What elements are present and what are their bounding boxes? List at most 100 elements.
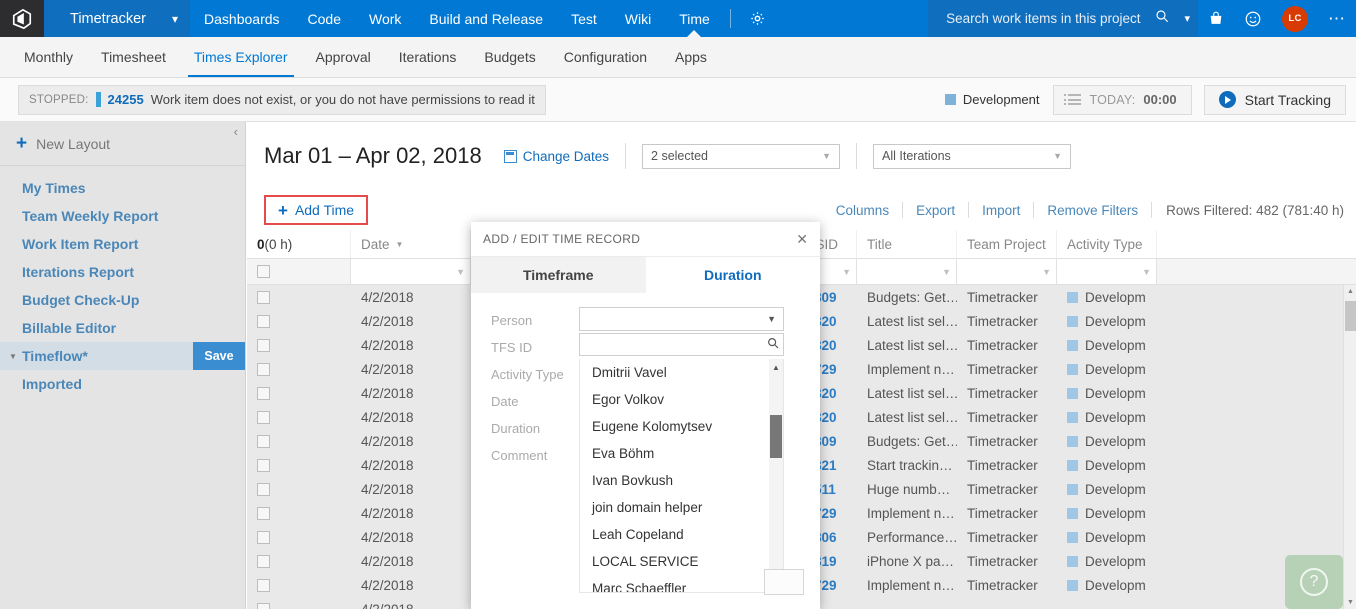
- sidebar-item-iterations-report[interactable]: Iterations Report: [0, 258, 245, 286]
- row-checkbox[interactable]: [257, 338, 270, 352]
- person-option[interactable]: Egor Volkov: [580, 386, 783, 413]
- shopping-bag-icon[interactable]: [1198, 0, 1234, 37]
- chevron-down-icon[interactable]: ▾: [1184, 12, 1190, 25]
- import-button[interactable]: Import: [969, 203, 1033, 218]
- subnav-item-monthly[interactable]: Monthly: [10, 37, 87, 77]
- help-button[interactable]: ?: [1285, 555, 1343, 609]
- subnav-item-apps[interactable]: Apps: [661, 37, 721, 77]
- person-combobox[interactable]: ▼: [579, 307, 784, 331]
- nav-item-build-and-release[interactable]: Build and Release: [415, 0, 557, 37]
- row-checkbox[interactable]: [257, 578, 270, 592]
- nav-item-test[interactable]: Test: [557, 0, 611, 37]
- sidebar-item-imported[interactable]: Imported: [0, 370, 245, 398]
- subnav-item-approval[interactable]: Approval: [302, 37, 385, 77]
- tab-timeframe[interactable]: Timeframe: [471, 257, 646, 293]
- row-checkbox[interactable]: [257, 506, 270, 520]
- change-dates-button[interactable]: Change Dates: [503, 149, 609, 164]
- chevron-down-icon[interactable]: ▼: [767, 314, 776, 324]
- subnav-item-configuration[interactable]: Configuration: [550, 37, 661, 77]
- person-option[interactable]: join domain helper: [580, 494, 783, 521]
- start-tracking-button[interactable]: Start Tracking: [1203, 84, 1346, 115]
- column-header-team-project[interactable]: Team Project: [957, 230, 1057, 258]
- column-header-title[interactable]: Title: [857, 230, 957, 258]
- global-search[interactable]: Search work items in this project ▾: [928, 0, 1198, 37]
- row-checkbox[interactable]: [257, 434, 270, 448]
- row-checkbox[interactable]: [257, 314, 270, 328]
- stopped-work-item-id[interactable]: 24255: [108, 92, 144, 107]
- scrollbar-thumb[interactable]: [770, 415, 782, 458]
- azure-devops-logo-icon[interactable]: [0, 0, 44, 37]
- remove-filters-button[interactable]: Remove Filters: [1034, 203, 1151, 218]
- dialog-action-button[interactable]: [764, 569, 804, 595]
- table-vertical-scrollbar[interactable]: ▲ ▼: [1343, 285, 1356, 609]
- person-option[interactable]: Dmitrii Vavel: [580, 359, 783, 386]
- caret-down-icon[interactable]: ▼: [1344, 596, 1356, 609]
- subnav-item-times-explorer[interactable]: Times Explorer: [180, 37, 302, 77]
- columns-button[interactable]: Columns: [823, 203, 902, 218]
- row-checkbox[interactable]: [257, 530, 270, 544]
- caret-down-icon[interactable]: ▼: [9, 352, 17, 361]
- row-checkbox[interactable]: [257, 362, 270, 376]
- activity-type-chip[interactable]: Development: [931, 92, 1054, 107]
- row-checkbox[interactable]: [257, 290, 270, 304]
- sidebar-item-team-weekly-report[interactable]: Team Weekly Report: [0, 202, 245, 230]
- sidebar-item-budget-check-up[interactable]: Budget Check-Up: [0, 286, 245, 314]
- selection-dropdown[interactable]: 2 selected ▼: [642, 143, 841, 169]
- nav-item-dashboards[interactable]: Dashboards: [190, 0, 294, 37]
- subnav-item-timesheet[interactable]: Timesheet: [87, 37, 180, 77]
- filter-date[interactable]: ▼: [351, 259, 471, 284]
- chevron-down-icon[interactable]: ▾: [172, 12, 178, 26]
- select-all-cell[interactable]: [247, 259, 351, 284]
- add-time-button[interactable]: + Add Time: [264, 195, 369, 225]
- smiley-face-icon[interactable]: [1234, 0, 1272, 37]
- sidebar-item-billable-editor[interactable]: Billable Editor: [0, 314, 245, 342]
- new-layout-button[interactable]: + New Layout: [0, 122, 245, 166]
- row-checkbox[interactable]: [257, 458, 270, 472]
- person-option[interactable]: LOCAL SERVICE: [580, 548, 783, 575]
- caret-up-icon[interactable]: ▲: [769, 360, 783, 374]
- subnav-item-budgets[interactable]: Budgets: [470, 37, 549, 77]
- person-search-box[interactable]: [579, 333, 784, 356]
- avatar[interactable]: LC: [1272, 0, 1318, 37]
- subnav-item-iterations[interactable]: Iterations: [385, 37, 471, 77]
- row-checkbox[interactable]: [257, 386, 270, 400]
- person-option[interactable]: Leah Copeland: [580, 521, 783, 548]
- row-checkbox[interactable]: [257, 410, 270, 424]
- row-checkbox[interactable]: [257, 602, 270, 609]
- save-button[interactable]: Save: [193, 342, 245, 370]
- filter-activity-type[interactable]: ▼: [1057, 259, 1157, 284]
- nav-item-code[interactable]: Code: [294, 0, 355, 37]
- gear-icon[interactable]: [737, 0, 778, 37]
- row-checkbox[interactable]: [257, 554, 270, 568]
- person-option[interactable]: Eva Böhm: [580, 440, 783, 467]
- search-icon[interactable]: [766, 336, 780, 353]
- iterations-dropdown[interactable]: All Iterations ▼: [873, 143, 1072, 169]
- ellipsis-icon[interactable]: ⋯: [1318, 0, 1356, 37]
- sidebar-item-timeflow[interactable]: ▼ Timeflow* Save: [0, 342, 245, 370]
- chevron-left-icon[interactable]: ‹: [234, 124, 238, 139]
- person-list-scrollbar[interactable]: ▲ ▼: [769, 359, 783, 592]
- row-checkbox[interactable]: [257, 482, 270, 496]
- person-option[interactable]: Ivan Bovkush: [580, 467, 783, 494]
- tab-duration[interactable]: Duration: [645, 257, 820, 293]
- sidebar-item-work-item-report[interactable]: Work Item Report: [0, 230, 245, 258]
- close-icon[interactable]: ✕: [796, 231, 808, 248]
- person-option[interactable]: Eugene Kolomytsev: [580, 413, 783, 440]
- select-all-checkbox[interactable]: [257, 265, 270, 278]
- export-button[interactable]: Export: [903, 203, 968, 218]
- nav-item-wiki[interactable]: Wiki: [611, 0, 665, 37]
- person-dropdown-list[interactable]: Dmitrii Vavel Egor Volkov Eugene Kolomytse…: [579, 359, 784, 593]
- column-header-date[interactable]: Date ▼: [351, 230, 471, 258]
- nav-item-work[interactable]: Work: [355, 0, 415, 37]
- nav-item-time[interactable]: Time: [665, 0, 724, 37]
- column-header-activity-type[interactable]: Activity Type: [1057, 230, 1157, 258]
- filter-team-project[interactable]: ▼: [957, 259, 1057, 284]
- project-selector[interactable]: Timetracker ▾: [44, 0, 191, 37]
- sidebar-item-my-times[interactable]: My Times: [0, 174, 245, 202]
- person-option[interactable]: Marc Schaeffler: [580, 575, 783, 592]
- caret-up-icon[interactable]: ▲: [1344, 285, 1356, 298]
- scrollbar-thumb[interactable]: [1345, 301, 1356, 331]
- filter-title[interactable]: ▼: [857, 259, 957, 284]
- person-search-input[interactable]: [586, 336, 766, 353]
- search-icon[interactable]: [1154, 8, 1170, 29]
